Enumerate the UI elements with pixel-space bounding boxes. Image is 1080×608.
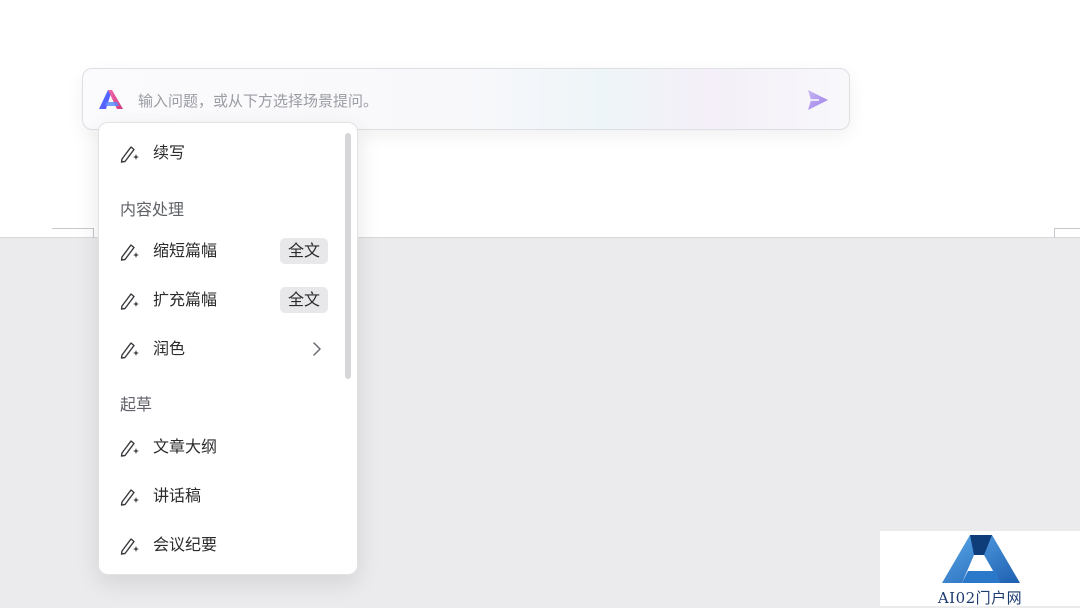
- page-corner-mark-left-vertical: [93, 228, 94, 238]
- menu-item-label: 扩充篇幅: [153, 290, 218, 309]
- menu-item-label: 讲话稿: [153, 486, 202, 505]
- menu-item-speech-draft[interactable]: 讲话稿: [99, 476, 339, 516]
- menu-scrollbar[interactable]: [345, 133, 351, 379]
- send-button[interactable]: [805, 87, 831, 113]
- pen-sparkle-icon: [120, 440, 139, 457]
- menu-item-label: 文章大纲: [153, 437, 218, 456]
- menu-item-article-outline[interactable]: 文章大纲: [99, 427, 339, 467]
- assistant-scene-menu: 续写 内容处理 缩短篇幅 全文 扩充篇幅 全文 润色 起草 文章大纲 讲话稿 会…: [98, 122, 358, 575]
- menu-item-label: 润色: [153, 339, 186, 358]
- chevron-right-icon: [313, 342, 321, 356]
- menu-item-label: 续写: [153, 143, 186, 162]
- watermark-text: AI02门户网: [937, 589, 1023, 607]
- menu-item-polish[interactable]: 润色: [99, 329, 339, 369]
- full-text-badge[interactable]: 全文: [280, 287, 328, 313]
- full-text-badge[interactable]: 全文: [280, 238, 328, 264]
- menu-item-label: 会议纪要: [153, 535, 218, 554]
- menu-item-shorten[interactable]: 缩短篇幅 全文: [99, 231, 339, 271]
- pen-sparkle-icon: [120, 146, 139, 163]
- assistant-prompt-input[interactable]: [136, 83, 780, 119]
- pen-sparkle-icon: [120, 293, 139, 310]
- watermark: AI02门户网: [880, 531, 1080, 607]
- assistant-logo-icon: [99, 90, 123, 109]
- page-corner-mark-right: [1054, 228, 1080, 229]
- page-corner-mark-left: [52, 228, 94, 229]
- section-title-content-processing: 内容处理: [120, 200, 185, 219]
- section-title-drafting: 起草: [120, 395, 153, 414]
- pen-sparkle-icon: [120, 244, 139, 261]
- pen-sparkle-icon: [120, 342, 139, 359]
- pen-sparkle-icon: [120, 489, 139, 506]
- send-arrow-icon: [808, 90, 828, 110]
- ai-assistant-bar: [82, 68, 850, 130]
- menu-item-continue-writing[interactable]: 续写: [99, 133, 339, 173]
- watermark-logo-icon: [942, 535, 1020, 583]
- menu-item-expand[interactable]: 扩充篇幅 全文: [99, 280, 339, 320]
- pen-sparkle-icon: [120, 538, 139, 555]
- menu-item-meeting-minutes[interactable]: 会议纪要: [99, 525, 339, 565]
- menu-item-label: 缩短篇幅: [153, 241, 218, 260]
- page-corner-mark-right-vertical: [1054, 228, 1055, 238]
